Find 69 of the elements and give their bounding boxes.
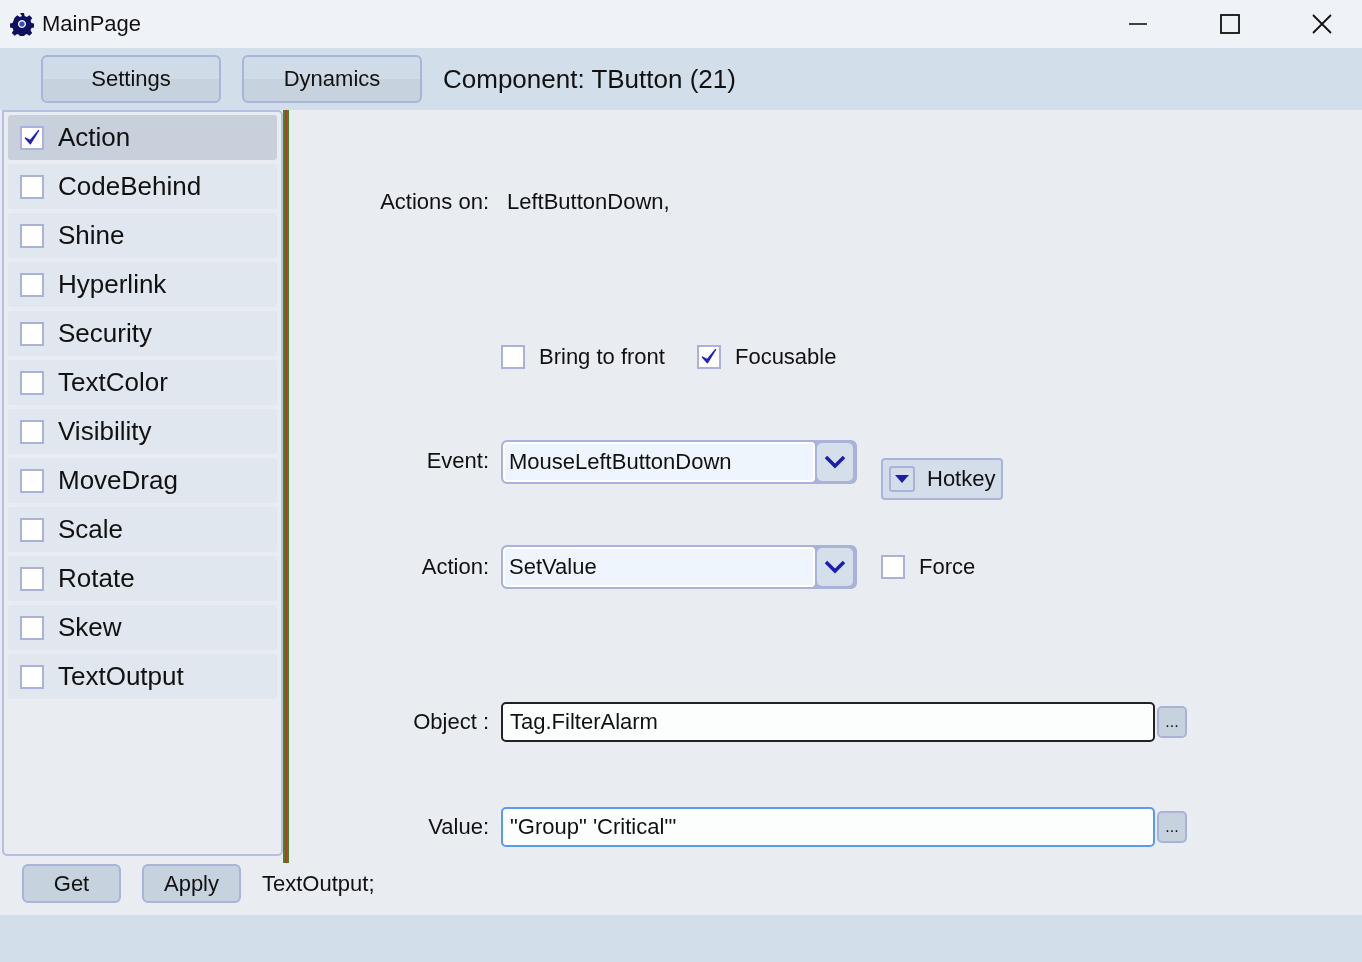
checkbox[interactable] [696,345,721,369]
checkbox-label: Focusable [734,344,837,370]
checkbox[interactable] [881,555,905,579]
checkbox[interactable] [20,517,44,542]
chevron-down-icon [824,560,846,574]
toolbar-button[interactable]: Settings [41,55,221,103]
item-label: CodeBehind [58,171,202,202]
dynamics-list-item[interactable]: Security [8,311,277,356]
item-label: Hyperlink [58,269,167,300]
dynamics-list-item[interactable]: CodeBehind [8,164,277,209]
dynamics-list-item[interactable]: MoveDrag [8,458,277,503]
browse-button[interactable]: ... [1157,706,1187,738]
checkbox[interactable] [20,419,44,444]
field-label: Action: [420,554,489,580]
object-input-field[interactable]: Tag.FilterAlarm [501,702,1155,742]
checkbox-label: Force [919,554,976,580]
item-label: TextOutput [58,661,184,692]
item-label: Skew [58,612,122,643]
field-label: Actions on: [379,189,489,215]
hotkey-button[interactable]: Hotkey [881,458,1004,500]
checkbox[interactable] [20,664,44,689]
dynamics-list-item[interactable]: TextOutput [8,654,277,699]
action-dropdown[interactable]: SetValue [501,545,857,589]
checkbox[interactable] [20,125,44,150]
item-label: Visibility [58,416,152,447]
field-label: Event: [425,447,489,475]
checkbox[interactable] [20,468,44,493]
gear-icon [10,12,34,36]
dynamics-list-item[interactable]: Shine [8,213,277,258]
splitter-bar[interactable] [283,110,289,863]
dynamics-list-item[interactable]: Rotate [8,556,277,601]
component-label: Component: TButton (21) [443,63,736,95]
dynamics-list-item[interactable]: Scale [8,507,277,552]
checkbox[interactable] [20,321,44,346]
triangle-down-icon [895,475,909,483]
value-input-field[interactable]: "Group" 'Critical'" [501,807,1155,847]
item-label: Scale [58,514,124,545]
item-label: Security [58,318,152,349]
item-label: Shine [58,220,125,251]
footer-button[interactable]: Apply [142,864,241,903]
item-label: MoveDrag [58,465,178,496]
chevron-down-icon [824,455,846,469]
field-label: Value: [427,814,489,840]
close-icon[interactable] [1312,14,1332,34]
dynamics-list-item[interactable]: Action [8,115,277,160]
checkbox[interactable] [20,223,44,248]
browse-button[interactable]: ... [1157,811,1187,843]
item-label: TextColor [58,367,168,398]
checkbox-label: Bring to front [539,344,665,370]
toolbar-button[interactable]: Dynamics [242,55,422,103]
status-text: TextOutput; [262,870,375,897]
checkbox[interactable] [20,566,44,591]
window-title: MainPage [42,11,142,37]
footer-button[interactable]: Get [22,864,121,903]
checkbox[interactable] [20,615,44,640]
checkbox[interactable] [20,174,44,199]
checkbox[interactable] [20,272,44,297]
maximize-icon[interactable] [1220,14,1240,34]
checkbox[interactable] [20,370,44,395]
item-label: Action [58,122,131,153]
dynamics-list-item[interactable]: Hyperlink [8,262,277,307]
dynamics-list-item[interactable]: TextColor [8,360,277,405]
field-label: Object : [412,709,489,735]
event-dropdown[interactable]: MouseLeftButtonDown [501,440,857,484]
item-label: Rotate [58,563,135,594]
checkbox[interactable] [501,345,525,369]
dynamics-list-item[interactable]: Skew [8,605,277,650]
actions-on-value: LeftButtonDown, [507,189,671,215]
dynamics-list-item[interactable]: Visibility [8,409,277,454]
